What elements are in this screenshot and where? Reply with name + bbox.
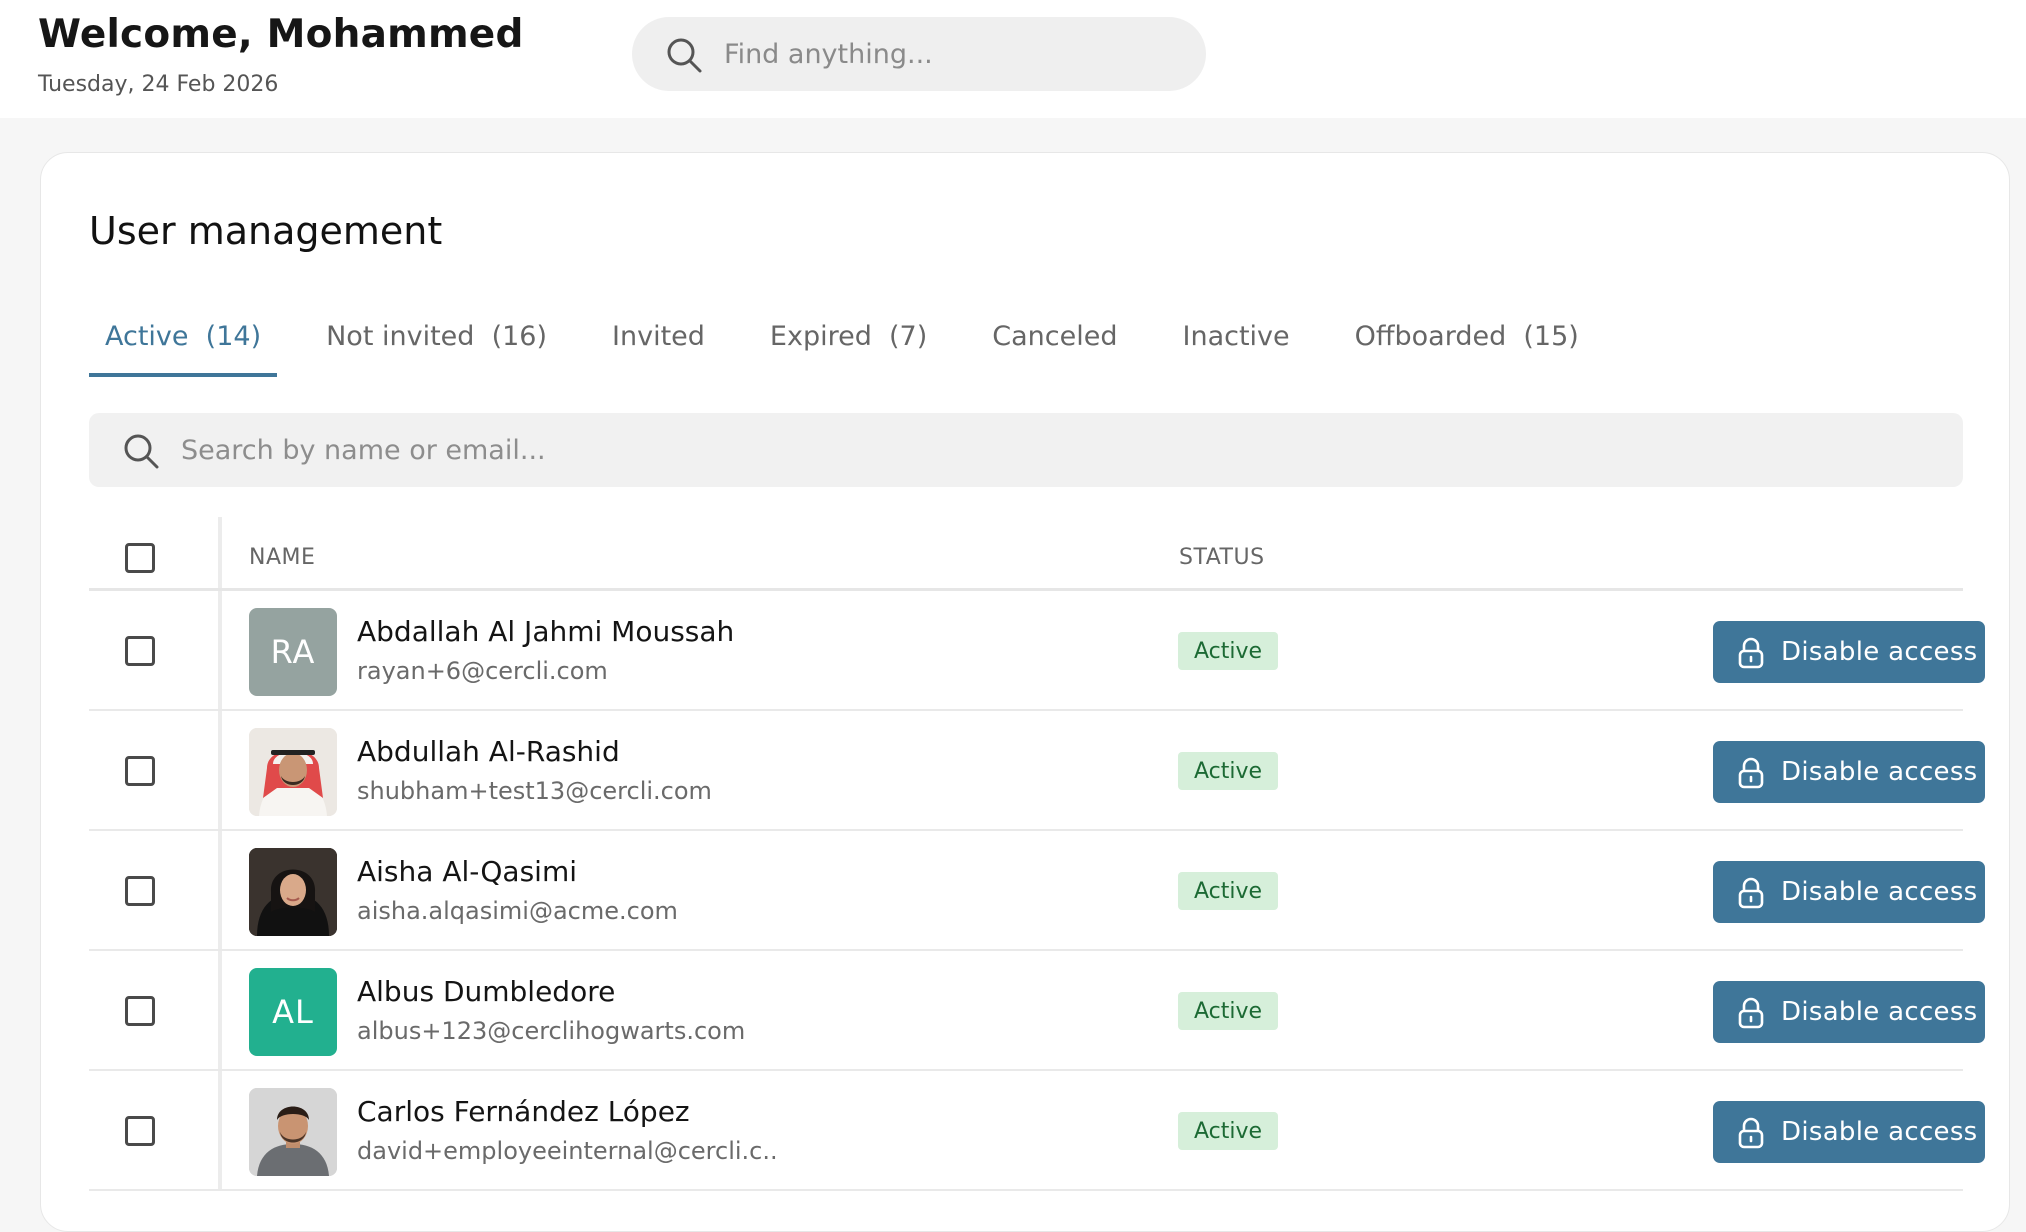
tab-offboarded[interactable]: Offboarded (15) bbox=[1339, 315, 1595, 377]
users-table: NAME STATUS RA Abdallah Al Jahmi Moussah… bbox=[89, 517, 1985, 1191]
disable-access-button[interactable]: Disable access bbox=[1713, 861, 1985, 923]
user-name: Abdullah Al-Rashid bbox=[357, 735, 620, 768]
disable-access-label: Disable access bbox=[1781, 757, 1978, 787]
table-row[interactable]: RA Abdallah Al Jahmi Moussah rayan+6@cer… bbox=[89, 591, 1985, 711]
disable-access-button[interactable]: Disable access bbox=[1713, 1101, 1985, 1163]
user-photo-icon bbox=[249, 728, 337, 816]
user-name: Abdallah Al Jahmi Moussah bbox=[357, 615, 735, 648]
lock-icon bbox=[1737, 757, 1765, 796]
avatar bbox=[249, 728, 337, 816]
search-icon bbox=[664, 35, 704, 79]
user-email: albus+123@cerclihogwarts.com bbox=[357, 1017, 746, 1045]
avatar-initials: AL bbox=[272, 993, 314, 1031]
tab-active[interactable]: Active (14) bbox=[89, 315, 278, 377]
user-photo-icon bbox=[249, 1088, 337, 1176]
row-checkbox[interactable] bbox=[125, 996, 155, 1026]
user-name: Carlos Fernández López bbox=[357, 1095, 690, 1128]
name-column-header[interactable]: NAME bbox=[249, 545, 315, 570]
status-badge: Active bbox=[1178, 872, 1279, 910]
table-header: NAME STATUS bbox=[89, 517, 1963, 591]
welcome-heading: Welcome, Mohammed bbox=[38, 12, 524, 57]
disable-access-label: Disable access bbox=[1781, 877, 1978, 907]
row-checkbox[interactable] bbox=[125, 636, 155, 666]
table-row[interactable]: Aisha Al-Qasimi aisha.alqasimi@acme.com … bbox=[89, 831, 1985, 951]
user-management-card: User management Active (14) Not invited … bbox=[40, 152, 2010, 1232]
status-badge: Active bbox=[1178, 1112, 1279, 1150]
user-search-bar[interactable] bbox=[89, 413, 1963, 487]
status-badge: Active bbox=[1178, 992, 1279, 1030]
select-all-checkbox[interactable] bbox=[125, 543, 155, 573]
user-search-input[interactable] bbox=[181, 413, 1881, 487]
tab-expired[interactable]: Expired (7) bbox=[754, 315, 943, 377]
tab-canceled[interactable]: Canceled bbox=[976, 315, 1133, 377]
user-email: rayan+6@cercli.com bbox=[357, 657, 608, 685]
column-divider bbox=[218, 591, 222, 709]
disable-access-label: Disable access bbox=[1781, 1117, 1978, 1147]
user-name: Aisha Al-Qasimi bbox=[357, 855, 578, 888]
search-icon bbox=[121, 431, 161, 475]
table-row[interactable]: Abdullah Al-Rashid shubham+test13@cercli… bbox=[89, 711, 1985, 831]
lock-icon bbox=[1737, 637, 1765, 676]
avatar bbox=[249, 1088, 337, 1176]
disable-access-label: Disable access bbox=[1781, 637, 1978, 667]
global-search-input[interactable] bbox=[724, 17, 1184, 91]
disable-access-button[interactable]: Disable access bbox=[1713, 741, 1985, 803]
page-title: User management bbox=[89, 209, 443, 253]
status-badge: Active bbox=[1178, 752, 1279, 790]
disable-access-button[interactable]: Disable access bbox=[1713, 621, 1985, 683]
column-divider bbox=[218, 951, 222, 1069]
column-divider bbox=[218, 1071, 222, 1189]
tab-inactive[interactable]: Inactive bbox=[1167, 315, 1306, 377]
lock-icon bbox=[1737, 1117, 1765, 1156]
tab-not-invited[interactable]: Not invited (16) bbox=[310, 315, 563, 377]
global-search-bar[interactable] bbox=[632, 17, 1206, 91]
top-bar: Welcome, Mohammed Tuesday, 24 Feb 2026 bbox=[0, 0, 2026, 118]
avatar bbox=[249, 848, 337, 936]
table-row[interactable]: Carlos Fernández López david+employeeint… bbox=[89, 1071, 1985, 1191]
user-photo-icon bbox=[249, 848, 337, 936]
column-divider bbox=[218, 517, 222, 588]
table-row[interactable]: AL Albus Dumbledore albus+123@cerclihogw… bbox=[89, 951, 1985, 1071]
row-checkbox[interactable] bbox=[125, 876, 155, 906]
disable-access-button[interactable]: Disable access bbox=[1713, 981, 1985, 1043]
avatar-initials: RA bbox=[270, 633, 316, 671]
disable-access-label: Disable access bbox=[1781, 997, 1978, 1027]
status-badge: Active bbox=[1178, 632, 1279, 670]
current-date: Tuesday, 24 Feb 2026 bbox=[38, 72, 279, 97]
row-checkbox[interactable] bbox=[125, 1116, 155, 1146]
tab-invited[interactable]: Invited bbox=[596, 315, 721, 377]
user-email: aisha.alqasimi@acme.com bbox=[357, 897, 678, 925]
column-divider bbox=[218, 831, 222, 949]
lock-icon bbox=[1737, 877, 1765, 916]
lock-icon bbox=[1737, 997, 1765, 1036]
user-name: Albus Dumbledore bbox=[357, 975, 616, 1008]
row-checkbox[interactable] bbox=[125, 756, 155, 786]
avatar: AL bbox=[249, 968, 337, 1056]
avatar: RA bbox=[249, 608, 337, 696]
status-column-header[interactable]: STATUS bbox=[1179, 545, 1265, 570]
user-email: shubham+test13@cercli.com bbox=[357, 777, 712, 805]
column-divider bbox=[218, 711, 222, 829]
user-email: david+employeeinternal@cercli.c... bbox=[357, 1137, 777, 1165]
status-tabs: Active (14) Not invited (16) Invited Exp… bbox=[89, 315, 1628, 377]
